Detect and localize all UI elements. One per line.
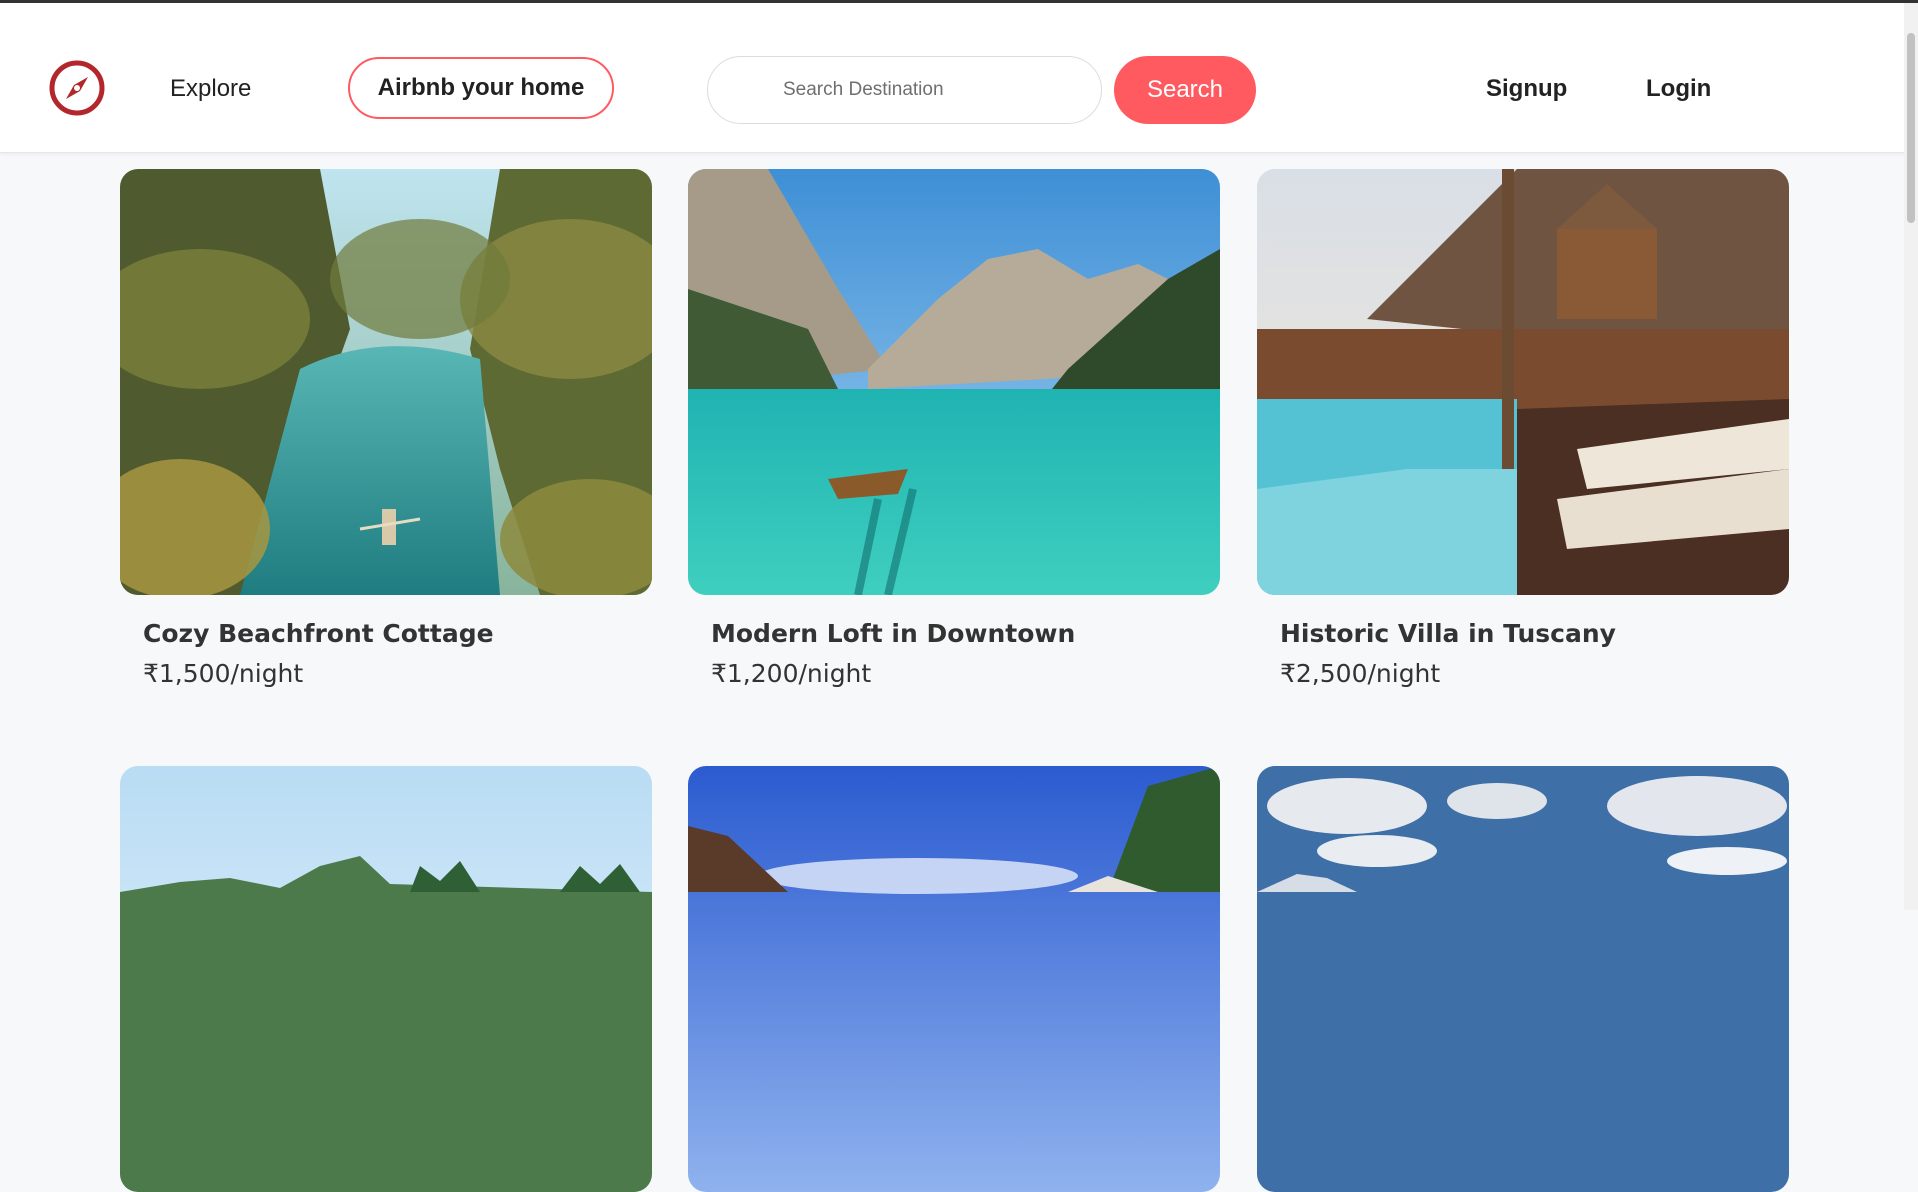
explore-link[interactable]: Explore [170,75,251,103]
listing-card[interactable]: Historic Villa in Tuscany ₹2,500/night [1257,169,1789,688]
top-navbar: Explore Airbnb your home Search Signup L… [0,3,1918,153]
page-scrollbar[interactable] [1904,3,1918,910]
scrollbar-thumb[interactable] [1907,33,1915,223]
listing-image-tropical-island[interactable] [120,766,652,1192]
listing-image-resort-pool[interactable] [1257,169,1789,595]
listing-image-mountain-lake[interactable] [688,169,1220,595]
search-button[interactable]: Search [1114,56,1256,124]
listing-card[interactable] [120,766,652,1192]
compass-icon[interactable] [48,59,106,117]
airbnb-your-home-button[interactable]: Airbnb your home [348,57,614,119]
listing-price: ₹1,200/night [711,659,872,688]
listing-card[interactable] [1257,766,1789,1192]
listing-price: ₹1,500/night [143,659,304,688]
listing-image-palm-sky[interactable] [688,766,1220,1192]
search-destination-input[interactable] [707,56,1102,124]
listing-card[interactable]: Modern Loft in Downtown ₹1,200/night [688,169,1220,688]
signup-link[interactable]: Signup [1486,75,1567,103]
listing-image-cloudy-mountain[interactable] [1257,766,1789,1192]
login-link[interactable]: Login [1646,75,1711,103]
listing-title[interactable]: Modern Loft in Downtown [711,619,1075,648]
listing-image-tropical-river[interactable] [120,169,652,595]
listing-title[interactable]: Cozy Beachfront Cottage [143,619,494,648]
listing-title[interactable]: Historic Villa in Tuscany [1280,619,1616,648]
listing-price: ₹2,500/night [1280,659,1441,688]
listing-card[interactable]: Cozy Beachfront Cottage ₹1,500/night [120,169,652,688]
listing-card[interactable] [688,766,1220,1192]
